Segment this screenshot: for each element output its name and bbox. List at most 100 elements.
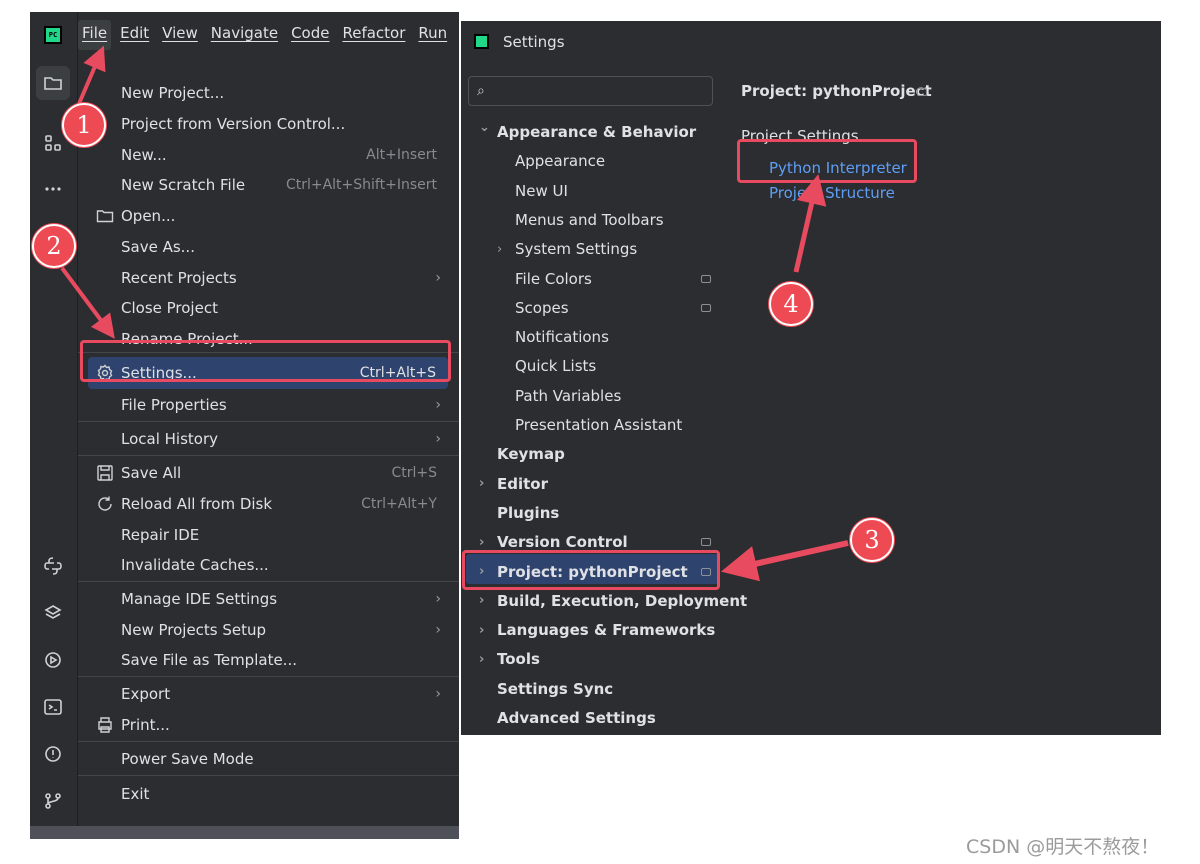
tree-item-scopes[interactable]: Scopes bbox=[461, 294, 719, 322]
step-badge-4: 4 bbox=[769, 282, 813, 326]
tree-item-new-ui[interactable]: New UI bbox=[461, 177, 719, 205]
tree-item-file-colors[interactable]: File Colors bbox=[461, 265, 719, 293]
menu-item-new[interactable]: New... Alt+Insert bbox=[78, 140, 459, 170]
terminal-icon[interactable] bbox=[36, 690, 70, 724]
menu-item-local-history[interactable]: Local History › bbox=[78, 424, 459, 454]
project-level-badge-icon bbox=[701, 538, 711, 547]
services-icon[interactable] bbox=[36, 643, 70, 677]
menu-item-save-all[interactable]: Save All Ctrl+S bbox=[78, 458, 459, 488]
tree-item-settings-sync[interactable]: Settings Sync bbox=[461, 675, 719, 703]
file-menu-dropdown: New Project... Project from Version Cont… bbox=[78, 64, 459, 839]
settings-dialog: Settings ⌕ ⌄ Appearance & Behavior Appeara… bbox=[461, 21, 1161, 735]
menu-item-exit[interactable]: Exit bbox=[78, 779, 459, 809]
menu-item-power-save-mode[interactable]: Power Save Mode bbox=[78, 744, 459, 774]
tree-item-editor[interactable]: › Editor bbox=[461, 470, 719, 498]
tree-item-system-settings[interactable]: › System Settings bbox=[461, 235, 719, 263]
tree-item-menus-and-toolbars[interactable]: Menus and Toolbars bbox=[461, 206, 719, 234]
search-icon: ⌕ bbox=[477, 83, 485, 99]
dialog-title: Settings bbox=[503, 33, 565, 51]
layers-icon[interactable] bbox=[36, 596, 70, 630]
tree-item-label: Advanced Settings bbox=[497, 709, 656, 727]
chevron-right-icon[interactable]: › bbox=[479, 535, 484, 550]
menu-item-file-properties[interactable]: File Properties › bbox=[78, 390, 459, 420]
chevron-right-icon: › bbox=[435, 270, 441, 286]
tree-item-quick-lists[interactable]: Quick Lists bbox=[461, 352, 719, 380]
tree-item-label: System Settings bbox=[515, 240, 638, 259]
menu-separator bbox=[78, 421, 459, 422]
menu-item-reload-all[interactable]: Reload All from Disk Ctrl+Alt+Y bbox=[78, 489, 459, 519]
tree-item-label: Menus and Toolbars bbox=[515, 210, 664, 229]
tree-item-label: Appearance bbox=[515, 152, 606, 171]
chevron-right-icon[interactable]: › bbox=[479, 652, 484, 667]
tree-item-advanced-settings[interactable]: Advanced Settings bbox=[461, 704, 719, 732]
tree-item-appearance[interactable]: Appearance bbox=[461, 147, 719, 175]
tree-item-label: Editor bbox=[497, 474, 548, 493]
menu-item-save-as[interactable]: Save As... bbox=[78, 232, 459, 262]
menu-navigate[interactable]: Navigate bbox=[207, 20, 282, 50]
chevron-right-icon: › bbox=[435, 622, 441, 638]
menu-file[interactable]: File bbox=[78, 20, 112, 50]
tree-item-label: Plugins bbox=[497, 503, 560, 522]
menu-item-project-from-vcs[interactable]: Project from Version Control... bbox=[78, 109, 459, 139]
menu-code[interactable]: Code bbox=[287, 20, 333, 50]
tree-item-label: Path Variables bbox=[515, 386, 622, 405]
menu-item-invalidate-caches[interactable]: Invalidate Caches... bbox=[78, 550, 459, 580]
tree-item-label: Version Control bbox=[497, 533, 628, 552]
tree-item-label: Quick Lists bbox=[515, 357, 597, 376]
tree-item-languages-frameworks[interactable]: › Languages & Frameworks bbox=[461, 616, 719, 644]
menu-refactor[interactable]: Refactor bbox=[338, 20, 409, 50]
reload-icon bbox=[98, 496, 112, 511]
chevron-right-icon[interactable]: › bbox=[479, 476, 484, 491]
folder-icon bbox=[96, 210, 114, 223]
menu-item-close-project[interactable]: Close Project bbox=[78, 293, 459, 323]
menu-item-new-projects-setup[interactable]: New Projects Setup › bbox=[78, 615, 459, 645]
menu-separator bbox=[78, 455, 459, 456]
dialog-title-bar: Settings bbox=[461, 21, 1161, 63]
menu-run[interactable]: Run bbox=[414, 20, 451, 50]
menu-item-recent-projects[interactable]: Recent Projects › bbox=[78, 263, 459, 293]
tree-item-label: Appearance & Behavior bbox=[497, 123, 697, 141]
tree-item-path-variables[interactable]: Path Variables bbox=[461, 382, 719, 410]
chevron-right-icon: › bbox=[435, 686, 441, 702]
more-icon[interactable] bbox=[36, 172, 70, 206]
chevron-right-icon[interactable]: › bbox=[497, 242, 502, 257]
project-folder-icon[interactable] bbox=[36, 66, 70, 100]
menu-item-new-scratch-file[interactable]: New Scratch File Ctrl+Alt+Shift+Insert bbox=[78, 170, 459, 200]
chevron-right-icon: › bbox=[435, 591, 441, 607]
git-icon[interactable] bbox=[36, 784, 70, 818]
chevron-down-icon[interactable]: ⌄ bbox=[479, 120, 490, 135]
step-badge-1: 1 bbox=[62, 103, 106, 147]
menu-item-open[interactable]: Open... bbox=[78, 201, 459, 231]
menu-item-print[interactable]: Print... bbox=[78, 710, 459, 740]
tree-item-keymap[interactable]: Keymap bbox=[461, 440, 719, 468]
project-level-badge-icon bbox=[701, 274, 711, 283]
menu-item-manage-ide-settings[interactable]: Manage IDE Settings › bbox=[78, 584, 459, 614]
project-structure-link[interactable]: Project Structure bbox=[769, 184, 895, 202]
chevron-right-icon[interactable]: › bbox=[479, 623, 484, 638]
menu-item-new-project[interactable]: New Project... bbox=[78, 78, 459, 108]
project-level-badge-icon bbox=[917, 88, 927, 96]
chevron-right-icon: › bbox=[435, 431, 441, 447]
menu-separator bbox=[78, 741, 459, 742]
tree-item-build-execution-deployment[interactable]: › Build, Execution, Deployment bbox=[461, 587, 747, 615]
menu-view[interactable]: View bbox=[158, 20, 202, 50]
tree-item-notifications[interactable]: Notifications bbox=[461, 323, 719, 351]
watermark: CSDN @明天不熬夜！ bbox=[966, 836, 1160, 858]
tree-item-label: New UI bbox=[515, 181, 568, 200]
settings-search[interactable]: ⌕ bbox=[468, 76, 713, 106]
menu-item-save-file-as-template[interactable]: Save File as Template... bbox=[78, 645, 459, 675]
page-title: Project: pythonProject bbox=[741, 82, 932, 100]
tree-item-plugins[interactable]: Plugins bbox=[461, 499, 719, 527]
search-input[interactable] bbox=[497, 80, 707, 102]
chevron-right-icon[interactable]: › bbox=[479, 593, 484, 608]
problems-icon[interactable] bbox=[36, 737, 70, 771]
tree-item-label: Presentation Assistant bbox=[515, 416, 683, 434]
tree-item-appearance-behavior[interactable]: ⌄ Appearance & Behavior bbox=[461, 118, 719, 146]
tree-item-tools[interactable]: › Tools bbox=[461, 645, 719, 673]
menu-item-export[interactable]: Export › bbox=[78, 679, 459, 709]
menu-edit[interactable]: Edit bbox=[116, 20, 153, 50]
menu-item-repair-ide[interactable]: Repair IDE bbox=[78, 520, 459, 550]
tree-item-presentation-assistant[interactable]: Presentation Assistant bbox=[461, 411, 719, 439]
highlight-box-interpreter bbox=[737, 139, 917, 183]
python-console-icon[interactable] bbox=[36, 549, 70, 583]
